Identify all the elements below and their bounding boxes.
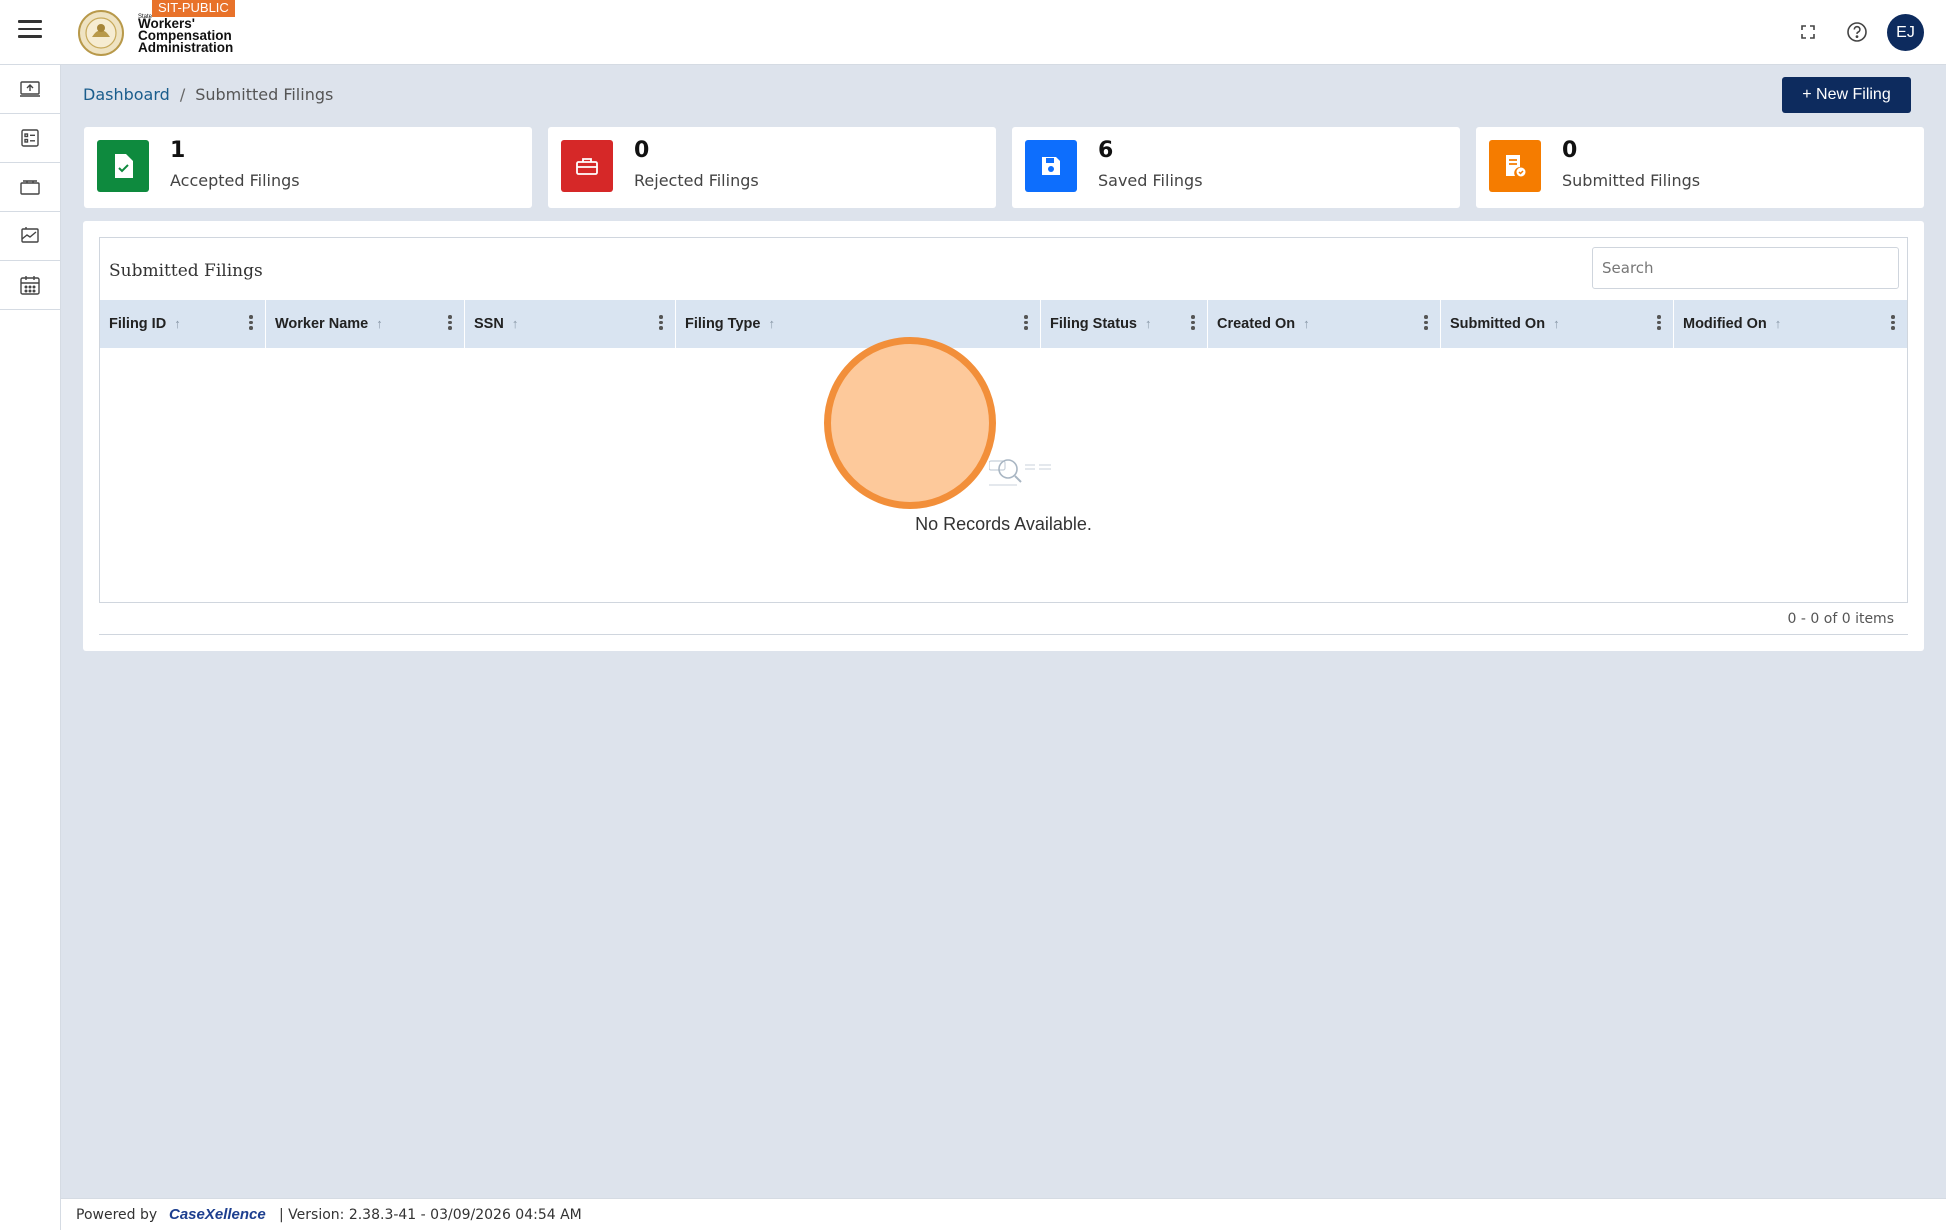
breadcrumb-current: Submitted Filings [195,85,334,104]
submitted-count: 0 [1562,138,1578,163]
powered-by-text: Powered by [76,1207,158,1223]
accepted-count: 1 [170,138,186,163]
upload-screen-icon [20,81,40,97]
sidebar-item-reports[interactable] [0,212,60,261]
checklist-icon [21,129,39,147]
sidebar-item-cases[interactable] [0,163,60,212]
column-menu-icon[interactable] [1191,315,1195,331]
sort-arrow-icon[interactable]: ↑ [1145,316,1152,331]
click-marker [824,337,996,509]
column-menu-icon[interactable] [1024,315,1028,331]
column-menu-icon[interactable] [1891,315,1895,331]
briefcase-stack-icon [20,180,40,195]
briefcase-icon [561,140,613,192]
accepted-label: Accepted Filings [170,171,300,190]
column-header-modified-on[interactable]: Modified On ↑ [1674,300,1907,348]
sort-arrow-icon[interactable]: ↑ [376,316,383,331]
column-menu-icon[interactable] [659,315,663,331]
breadcrumb: Dashboard / Submitted Filings [83,85,333,104]
top-header: SIT-PUBLIC State Workers' Compensation A… [0,0,1946,65]
accepted-filings-card[interactable]: 1 Accepted Filings [84,127,532,208]
submitted-filings-card[interactable]: 0 Submitted Filings [1476,127,1924,208]
breadcrumb-separator: / [179,85,186,104]
sort-arrow-icon[interactable]: ↑ [1553,316,1560,331]
filings-grid: Submitted Filings Filing ID↑ Worker Name… [99,237,1908,603]
sort-arrow-icon[interactable]: ↑ [174,316,181,331]
fullscreen-icon[interactable] [1796,20,1820,44]
sort-arrow-icon[interactable]: ↑ [1303,316,1310,331]
version-text: | Version: 2.38.3-41 - 03/09/2026 04:54 … [279,1207,582,1223]
state-seal-logo [78,10,124,56]
grid-header-row: Filing ID ↑ Worker Name ↑ SSN ↑ Filing Type… [100,300,1907,348]
sort-arrow-icon[interactable]: ↑ [1775,316,1782,331]
search-input[interactable] [1592,247,1899,289]
agency-name: State Workers' Compensation Administrati… [138,14,234,55]
sidebar-item-upload[interactable] [0,65,60,114]
column-header-worker-name[interactable]: Worker Name ↑ [266,300,465,348]
file-submitted-icon [1489,140,1541,192]
saved-count: 6 [1098,138,1114,163]
rejected-label: Rejected Filings [634,171,759,190]
empty-state-message: No Records Available. [915,514,1092,534]
sort-arrow-icon[interactable]: ↑ [768,316,775,331]
rejected-count: 0 [634,138,650,163]
grid-pager: 0 - 0 of 0 items [99,603,1908,635]
sidebar-item-calendar[interactable] [0,261,60,310]
casexellence-logo: CaseXellence [169,1206,266,1223]
footer: Powered by CaseXellence | Version: 2.38.… [61,1198,1946,1230]
hamburger-menu-icon[interactable] [18,20,42,44]
help-icon[interactable] [1845,20,1869,44]
column-menu-icon[interactable] [448,315,452,331]
no-records-search-icon [989,459,1051,486]
column-header-submitted-on[interactable]: Submitted On ↑ [1441,300,1674,348]
saved-label: Saved Filings [1098,171,1203,190]
sort-arrow-icon[interactable]: ↑ [512,316,519,331]
calendar-icon [20,276,40,295]
column-menu-icon[interactable] [1657,315,1661,331]
file-check-icon [97,140,149,192]
pager-info: 0 - 0 of 0 items [1787,611,1894,627]
report-chart-icon [21,227,39,243]
saved-filings-card[interactable]: 6 Saved Filings [1012,127,1460,208]
environment-badge: SIT-PUBLIC [152,0,235,17]
filings-panel: Submitted Filings Filing ID↑ Worker Name… [83,221,1924,651]
grid-title: Submitted Filings [109,261,263,281]
column-header-ssn[interactable]: SSN ↑ [465,300,676,348]
column-header-filing-type[interactable]: Filing Type ↑ [676,300,1041,348]
column-menu-icon[interactable] [249,315,253,331]
sidebar-item-list[interactable] [0,114,60,163]
breadcrumb-dashboard-link[interactable]: Dashboard [83,85,170,104]
new-filing-button[interactable]: + New Filing [1782,77,1911,113]
left-sidebar [0,65,61,1230]
column-header-filing-status[interactable]: Filing Status ↑ [1041,300,1208,348]
user-avatar[interactable]: EJ [1887,14,1924,51]
column-header-filing-id[interactable]: Filing ID ↑ [100,300,266,348]
save-icon [1025,140,1077,192]
rejected-filings-card[interactable]: 0 Rejected Filings [548,127,996,208]
submitted-label: Submitted Filings [1562,171,1701,190]
column-header-created-on[interactable]: Created On ↑ [1208,300,1441,348]
column-menu-icon[interactable] [1424,315,1428,331]
